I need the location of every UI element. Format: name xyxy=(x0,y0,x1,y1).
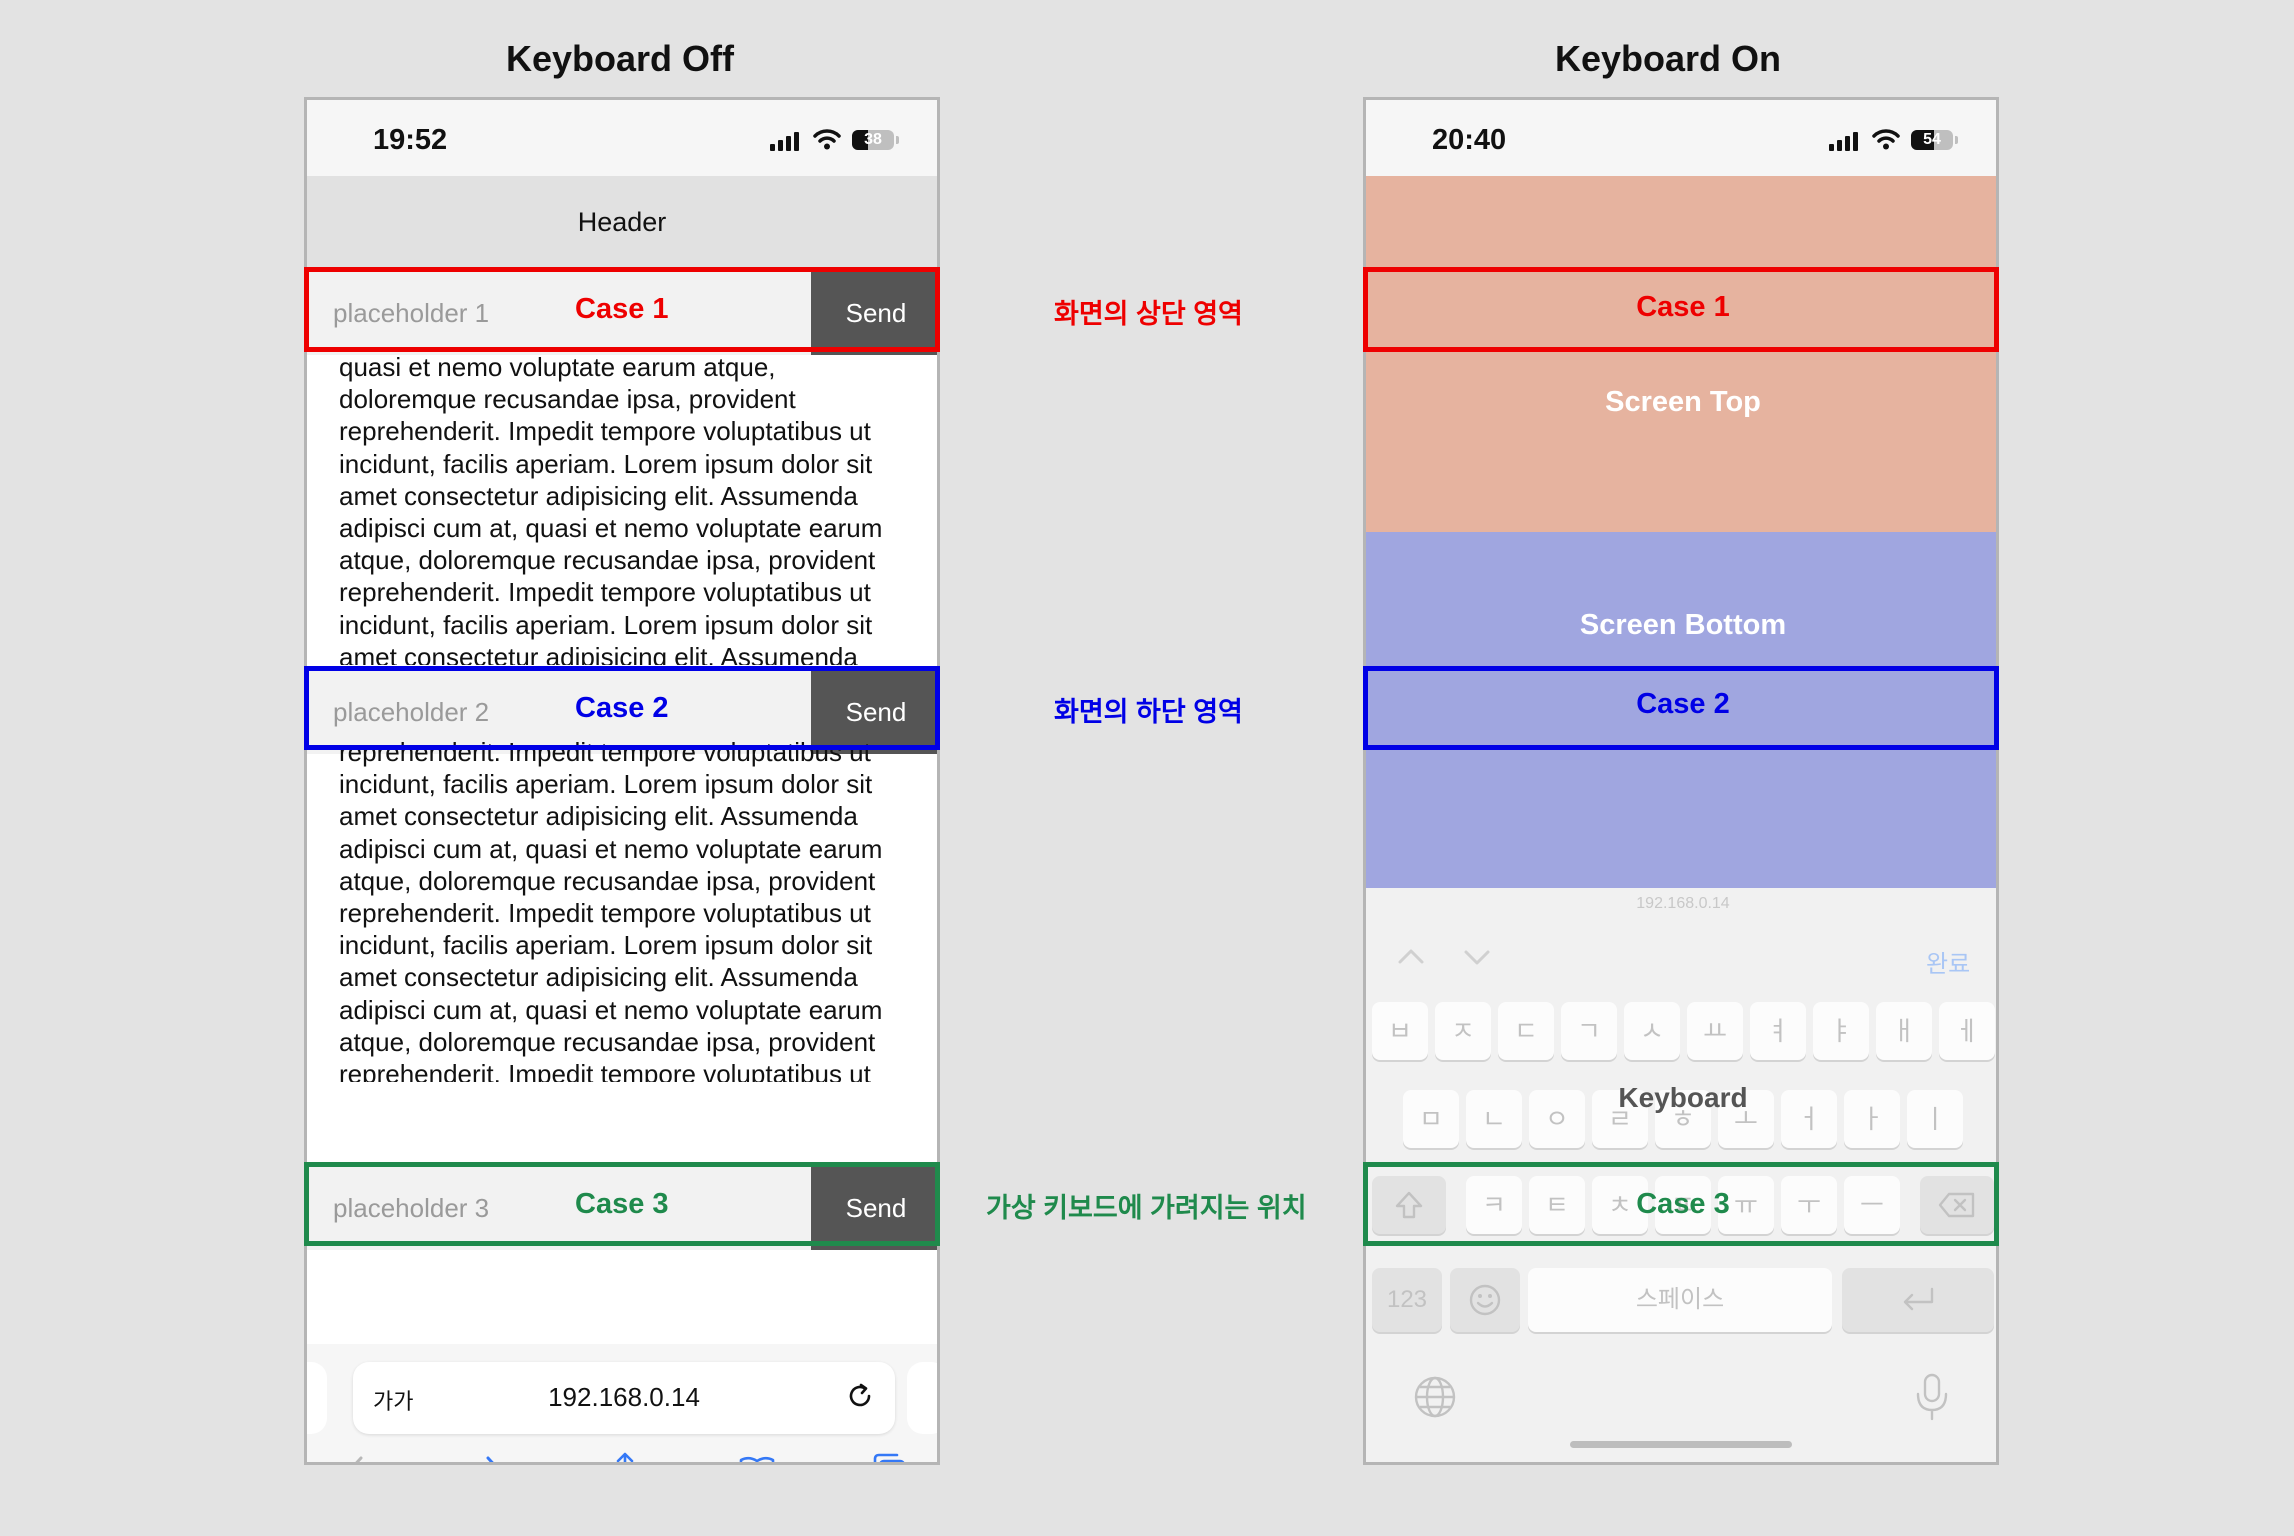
key[interactable]: ㅑ xyxy=(1813,1002,1869,1060)
url-hint: 192.168.0.14 xyxy=(1636,895,1730,912)
battery-level: 38 xyxy=(864,131,882,148)
address-bar[interactable]: 가가 192.168.0.14 xyxy=(353,1362,895,1434)
phone-keyboard-off: 19:52 38 Header placeholder 1 Case 1 Sen… xyxy=(304,97,940,1465)
browser-toolbar: 가가 192.168.0.14 xyxy=(307,1344,937,1465)
key[interactable]: ㅔ xyxy=(1939,1002,1995,1060)
home-indicator xyxy=(1570,1441,1792,1448)
key[interactable]: ㅕ xyxy=(1750,1002,1806,1060)
phone-keyboard-on: 20:40 54 Case 1 Screen Top Screen Bottom… xyxy=(1363,97,1999,1465)
case-3-label: Case 3 xyxy=(575,1188,669,1220)
key[interactable]: ㅐ xyxy=(1876,1002,1932,1060)
annotation-hidden-by-keyboard: 가상 키보드에 가려지는 위치 xyxy=(986,1193,1307,1223)
emoji-icon xyxy=(1469,1284,1501,1316)
title-keyboard-off: Keyboard Off xyxy=(505,38,735,79)
share-icon[interactable] xyxy=(605,1450,645,1465)
return-icon xyxy=(1903,1287,1934,1311)
signal-icon xyxy=(770,132,799,151)
page-header: Header xyxy=(307,176,937,268)
send-button-1[interactable]: Send xyxy=(811,271,937,355)
key[interactable]: ㅅ xyxy=(1624,1002,1680,1060)
numbers-key[interactable]: 123 xyxy=(1372,1268,1442,1332)
case-1-label: Case 1 xyxy=(575,293,669,325)
key[interactable]: ㅂ xyxy=(1372,1002,1428,1060)
message-input-1[interactable]: placeholder 1 xyxy=(333,298,489,329)
bookmarks-icon[interactable] xyxy=(737,1450,777,1465)
back-icon[interactable] xyxy=(337,1450,377,1465)
keyboard-accessory-bar: 완료 xyxy=(1366,918,1996,998)
status-bar: 19:52 38 xyxy=(307,100,937,176)
space-key[interactable]: 스페이스 xyxy=(1528,1268,1832,1332)
case-1-label: Case 1 xyxy=(1636,291,1730,323)
send-button-3[interactable]: Send xyxy=(811,1166,937,1250)
input-bar-case-1: placeholder 1 Case 1 Send xyxy=(307,271,937,355)
globe-icon[interactable] xyxy=(1412,1374,1458,1420)
wifi-icon xyxy=(1872,129,1900,150)
message-input-3[interactable]: placeholder 3 xyxy=(333,1193,489,1224)
microphone-icon[interactable] xyxy=(1912,1372,1952,1422)
battery-icon: 54 xyxy=(1911,130,1953,150)
screen-bottom-label: Screen Bottom xyxy=(1579,609,1787,641)
wifi-icon xyxy=(813,129,841,150)
status-time: 19:52 xyxy=(373,124,448,156)
next-tab-pill[interactable] xyxy=(907,1362,937,1434)
key[interactable]: ㄷ xyxy=(1498,1002,1554,1060)
url-text: 192.168.0.14 xyxy=(548,1382,700,1412)
screen-top-zone: Case 1 Screen Top xyxy=(1366,176,1996,532)
return-key[interactable] xyxy=(1842,1268,1994,1332)
previous-tab-pill[interactable] xyxy=(307,1362,327,1434)
screen-bottom-zone: Screen Bottom Case 2 xyxy=(1366,532,1996,888)
tabs-icon[interactable] xyxy=(869,1450,909,1465)
screen-top-label: Screen Top xyxy=(1605,386,1761,418)
annotation-bottom-area: 화면의 하단 영역 xyxy=(1054,697,1243,727)
reload-icon[interactable] xyxy=(843,1379,877,1413)
case-2-label: Case 2 xyxy=(575,692,669,724)
message-input-2[interactable]: placeholder 2 xyxy=(333,697,489,728)
battery-level: 54 xyxy=(1923,131,1941,148)
emoji-key[interactable] xyxy=(1450,1268,1520,1332)
signal-icon xyxy=(1829,132,1858,151)
keyboard-label: Keyboard xyxy=(1618,1082,1748,1113)
annotation-top-area: 화면의 상단 영역 xyxy=(1054,299,1243,329)
keyboard-row-1: ㅂ ㅈ ㄷ ㄱ ㅅ ㅛ ㅕ ㅑ ㅐ ㅔ xyxy=(1366,1002,1996,1062)
chevron-up-icon[interactable] xyxy=(1394,940,1428,974)
body-text-2: reprehenderit. Impedit tempore voluptati… xyxy=(339,737,883,1082)
key[interactable]: ㅈ xyxy=(1435,1002,1491,1060)
key[interactable]: ㅛ xyxy=(1687,1002,1743,1060)
status-time: 20:40 xyxy=(1432,124,1507,156)
body-text-1: quasi et nemo voluptate earum atque, dol… xyxy=(339,352,883,665)
keyboard-row-4: 123 스페이스 xyxy=(1366,1268,1996,1334)
battery-icon: 38 xyxy=(852,130,894,150)
case-3-label: Case 3 xyxy=(1636,1188,1730,1220)
chevron-down-icon[interactable] xyxy=(1460,940,1494,974)
key[interactable]: ㄱ xyxy=(1561,1002,1617,1060)
forward-icon[interactable] xyxy=(473,1450,513,1465)
title-keyboard-on: Keyboard On xyxy=(1554,38,1782,79)
case-2-label: Case 2 xyxy=(1636,688,1730,720)
input-bar-case-3: placeholder 3 Case 3 Send xyxy=(307,1166,937,1250)
status-bar: 20:40 54 xyxy=(1366,100,1996,176)
done-button[interactable]: 완료 xyxy=(1926,944,1970,979)
